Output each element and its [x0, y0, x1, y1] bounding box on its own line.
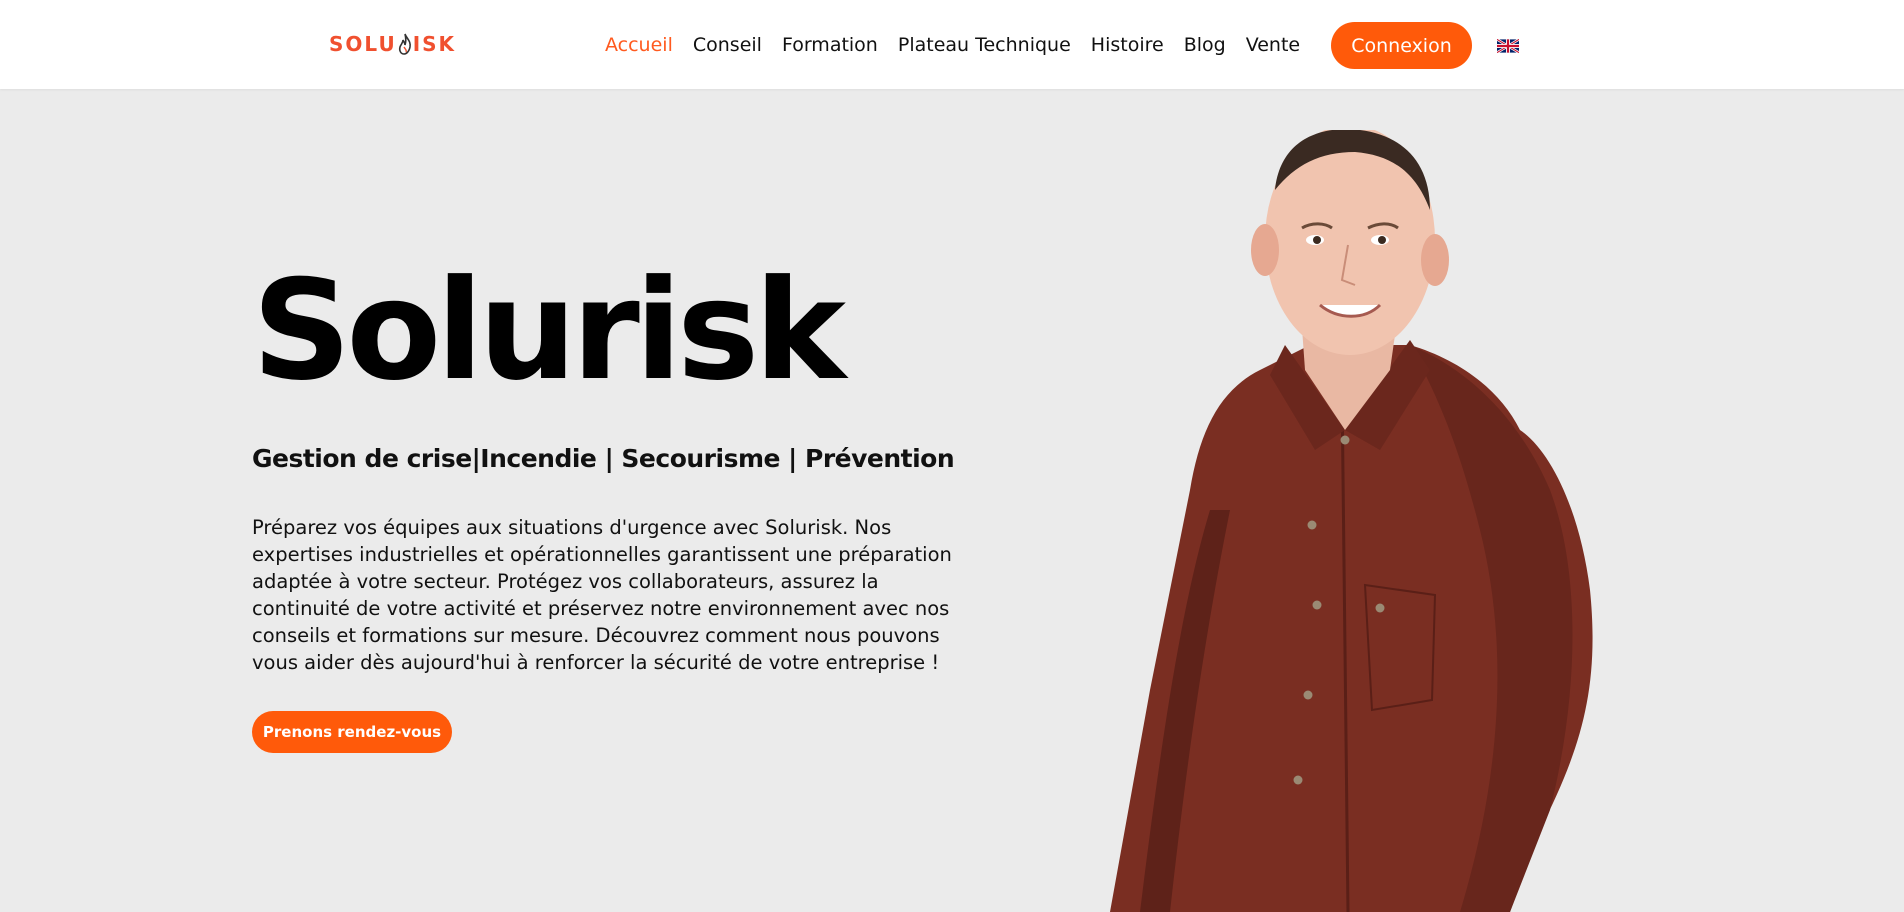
nav-item-histoire[interactable]: Histoire	[1091, 34, 1164, 56]
nav-item-plateau-technique[interactable]: Plateau Technique	[898, 34, 1071, 56]
book-appointment-button[interactable]: Prenons rendez-vous	[252, 711, 452, 753]
logo-text-left: SOLU	[329, 32, 397, 56]
login-button[interactable]: Connexion	[1331, 22, 1472, 69]
main-nav: Accueil Conseil Formation Plateau Techni…	[605, 0, 1320, 89]
uk-flag-icon[interactable]	[1497, 39, 1519, 53]
hero-subtitle: Gestion de crise|Incendie | Secourisme |…	[252, 444, 955, 473]
nav-item-formation[interactable]: Formation	[782, 34, 878, 56]
nav-item-conseil[interactable]: Conseil	[693, 34, 762, 56]
flame-icon	[398, 33, 411, 55]
nav-item-accueil[interactable]: Accueil	[605, 34, 673, 56]
hero-title: Solurisk	[252, 250, 846, 411]
nav-item-vente[interactable]: Vente	[1246, 34, 1300, 56]
solurisk-logo[interactable]: SOLU ISK	[329, 32, 457, 56]
site-header: SOLU ISK Accueil Conseil Formation Plate…	[0, 0, 1904, 89]
hero-description: Préparez vos équipes aux situations d'ur…	[252, 516, 952, 674]
nav-item-blog[interactable]: Blog	[1184, 34, 1226, 56]
logo-text-right: ISK	[412, 32, 457, 56]
hero-portrait-image	[1110, 130, 1593, 912]
